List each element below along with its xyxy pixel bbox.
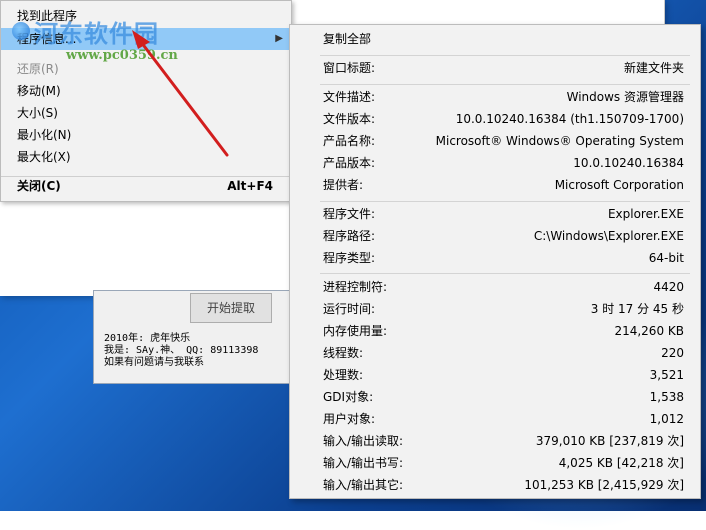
copy-all-item[interactable]: 复制全部 xyxy=(290,28,700,50)
menu-item-label: 最大化(X) xyxy=(17,150,71,164)
row-key: 程序类型: xyxy=(323,251,376,265)
menu-item-label: 关闭(C) xyxy=(17,179,61,193)
row-key: 窗口标题: xyxy=(323,61,376,75)
tool-line-1: 2010年: 虎年快乐 xyxy=(104,333,191,344)
file-info-row[interactable]: 文件版本: 10.0.10240.16384 (th1.150709-1700) xyxy=(290,108,700,130)
program-info-submenu: 复制全部 窗口标题: 新建文件夹 文件描述: Windows 资源管理器 文件版… xyxy=(289,24,701,499)
menu-item-accelerator: Alt+F4 xyxy=(227,179,273,193)
row-key: 用户对象: xyxy=(323,412,376,426)
copy-all-label: 复制全部 xyxy=(323,32,372,46)
tool-dialog-info: 2010年: 虎年快乐 我是: SAy.神、 QQ: 89113398 如果有问… xyxy=(104,333,258,369)
row-value: 379,010 KB [237,819 次] xyxy=(535,434,684,448)
process-row[interactable]: 用户对象: 1,012 xyxy=(290,408,700,430)
row-key: 运行时间: xyxy=(323,302,376,316)
process-row[interactable]: 线程数: 220 xyxy=(290,342,700,364)
window-title-row[interactable]: 窗口标题: 新建文件夹 xyxy=(290,57,700,79)
menu-item-move[interactable]: 移动(M) xyxy=(1,80,291,102)
row-value: Microsoft Corporation xyxy=(554,178,684,192)
menu-item-maximize[interactable]: 最大化(X) xyxy=(1,146,291,168)
row-value: 214,260 KB xyxy=(614,324,684,338)
submenu-separator xyxy=(320,55,690,56)
row-value: 3,521 xyxy=(649,368,684,382)
menu-item-minimize[interactable]: 最小化(N) xyxy=(1,124,291,146)
row-key: GDI对象: xyxy=(323,390,374,404)
submenu-separator xyxy=(320,201,690,202)
submenu-arrow-icon: ▶ xyxy=(275,33,283,44)
process-row[interactable]: 输入/输出读取: 379,010 KB [237,819 次] xyxy=(290,430,700,452)
process-row[interactable]: 运行时间: 3 时 17 分 45 秒 xyxy=(290,298,700,320)
menu-item-size[interactable]: 大小(S) xyxy=(1,102,291,124)
row-key: 输入/输出其它: xyxy=(323,478,404,492)
watermark-title: 河东软件园 xyxy=(34,19,159,48)
row-value: Microsoft® Windows® Operating System xyxy=(435,134,684,148)
process-row[interactable]: 输入/输出其它: 101,253 KB [2,415,929 次] xyxy=(290,474,700,496)
process-row[interactable]: 输入/输出书写: 4,025 KB [42,218 次] xyxy=(290,452,700,474)
row-value: 220 xyxy=(661,346,684,360)
row-value: C:\Windows\Explorer.EXE xyxy=(533,229,684,243)
process-row[interactable]: 处理数: 3,521 xyxy=(290,364,700,386)
row-key: 程序路径: xyxy=(323,229,376,243)
row-key: 输入/输出读取: xyxy=(323,434,404,448)
row-value: 新建文件夹 xyxy=(623,61,684,75)
row-value: 3 时 17 分 45 秒 xyxy=(590,302,684,316)
row-value: 1,538 xyxy=(649,390,684,404)
submenu-separator xyxy=(320,84,690,85)
tool-line-3: 如果有问题请与我联系 xyxy=(104,357,204,368)
row-value: 1,012 xyxy=(649,412,684,426)
menu-item-close[interactable]: 关闭(C) Alt+F4 xyxy=(1,175,291,197)
row-key: 线程数: xyxy=(323,346,364,360)
file-info-row[interactable]: 文件描述: Windows 资源管理器 xyxy=(290,86,700,108)
file-info-row[interactable]: 产品名称: Microsoft® Windows® Operating Syst… xyxy=(290,130,700,152)
row-key: 程序文件: xyxy=(323,207,376,221)
row-key: 产品版本: xyxy=(323,156,376,170)
row-key: 产品名称: xyxy=(323,134,376,148)
row-key: 内存使用量: xyxy=(323,324,388,338)
file-info-row[interactable]: 提供者: Microsoft Corporation xyxy=(290,174,700,196)
program-row[interactable]: 程序类型: 64-bit xyxy=(290,247,700,269)
watermark-url: www.pc0359.cn xyxy=(66,48,178,63)
tool-dialog: 开始提取 2010年: 虎年快乐 我是: SAy.神、 QQ: 89113398… xyxy=(93,290,295,384)
tool-line-2: 我是: SAy.神、 QQ: 89113398 xyxy=(104,345,259,356)
row-value: Explorer.EXE xyxy=(607,207,684,221)
row-value: 4420 xyxy=(653,280,684,294)
start-extract-button[interactable]: 开始提取 xyxy=(190,293,272,323)
row-value: 101,253 KB [2,415,929 次] xyxy=(524,478,684,492)
menu-item-label: 大小(S) xyxy=(17,106,58,120)
row-value: 10.0.10240.16384 xyxy=(573,156,684,170)
process-row[interactable]: GDI对象: 1,538 xyxy=(290,386,700,408)
row-value: 10.0.10240.16384 (th1.150709-1700) xyxy=(455,112,684,126)
row-value: Windows 资源管理器 xyxy=(566,90,684,104)
process-row[interactable]: 进程控制符: 4420 xyxy=(290,276,700,298)
row-key: 输入/输出书写: xyxy=(323,456,404,470)
file-info-row[interactable]: 产品版本: 10.0.10240.16384 xyxy=(290,152,700,174)
row-key: 文件版本: xyxy=(323,112,376,126)
process-row[interactable]: 内存使用量: 214,260 KB xyxy=(290,320,700,342)
program-row[interactable]: 程序路径: C:\Windows\Explorer.EXE xyxy=(290,225,700,247)
row-key: 处理数: xyxy=(323,368,364,382)
row-key: 提供者: xyxy=(323,178,364,192)
menu-item-label: 移动(M) xyxy=(17,84,61,98)
menu-item-label: 最小化(N) xyxy=(17,128,72,142)
row-key: 文件描述: xyxy=(323,90,376,104)
program-row[interactable]: 程序文件: Explorer.EXE xyxy=(290,203,700,225)
row-value: 4,025 KB [42,218 次] xyxy=(558,456,684,470)
row-value: 64-bit xyxy=(648,251,684,265)
watermark-logo-icon xyxy=(12,22,30,40)
row-key: 进程控制符: xyxy=(323,280,388,294)
submenu-separator xyxy=(320,273,690,274)
menu-item-label: 还原(R) xyxy=(17,62,59,76)
